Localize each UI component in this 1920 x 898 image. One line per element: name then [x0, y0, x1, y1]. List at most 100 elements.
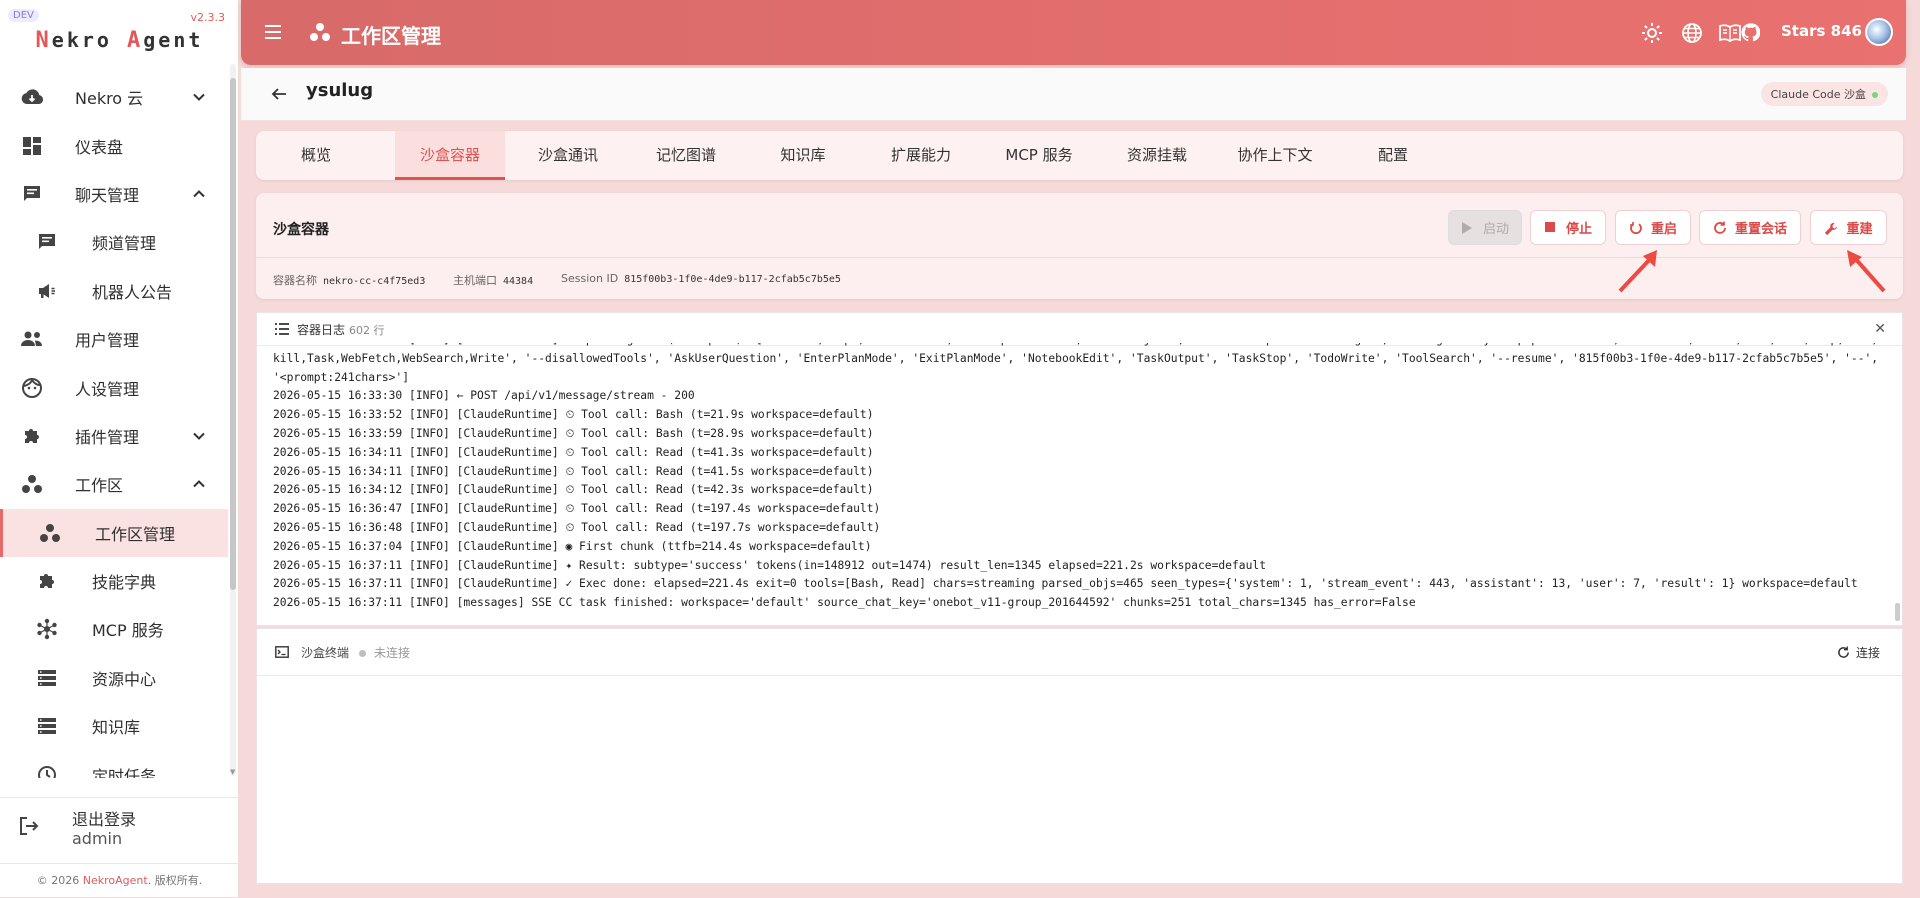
workspace-bar: ysulug Claude Code 沙盒: [241, 68, 1906, 121]
docs-icon[interactable]: [1719, 22, 1741, 44]
power-cycle-icon: [1629, 221, 1643, 235]
scroll-down-arrow[interactable]: ▼: [230, 768, 235, 776]
annotation-arrow-restart: [1618, 250, 1657, 293]
log-line: 2026-05-15 16:33:59 [INFO] [ClaudeRuntim…: [273, 426, 874, 440]
terminal-body[interactable]: [257, 676, 1902, 883]
play-icon: [1461, 221, 1475, 235]
chat-icon: [20, 182, 44, 206]
clock-icon: [35, 763, 59, 778]
theme-toggle-icon[interactable]: [1641, 22, 1663, 44]
workspace-tabs: 概览 沙盒容器 沙盒通讯 记忆图谱 知识库 扩展能力 MCP 服务 资源挂载 协…: [256, 131, 1903, 180]
tab-knowledge-base[interactable]: 知识库: [748, 131, 858, 180]
sidebar-item-label: 工作区: [75, 476, 124, 496]
sidebar: DEV v2.3.3 Nekro Agent Nekro 云 仪表盘 聊天管理: [0, 0, 239, 897]
refresh-icon: [1838, 646, 1849, 658]
copyright-link[interactable]: NekroAgent: [83, 874, 148, 887]
sidebar-item-resource-center[interactable]: 资源中心: [0, 654, 228, 702]
sidebar-item-label: 知识库: [92, 718, 141, 738]
rebuild-button[interactable]: 重建: [1810, 210, 1887, 245]
tab-sandbox-container[interactable]: 沙盒容器: [395, 131, 505, 180]
container-name-info: 容器名称 nekro-cc-c4f75ed3: [273, 274, 426, 287]
logs-scrollbar-thumb[interactable]: [1895, 603, 1900, 621]
log-line: 2026-05-15 16:37:11 [INFO] [messages] SS…: [273, 596, 1416, 610]
log-line: 2026-05-15 16:37:11 [INFO] [ClaudeRuntim…: [273, 558, 1266, 572]
workspace-icon: [310, 23, 330, 41]
sidebar-item-channel-management[interactable]: 频道管理: [0, 218, 228, 266]
sandbox-terminal-panel: 沙盒终端 未连接 连接: [256, 628, 1903, 884]
sidebar-item-persona-management[interactable]: 人设管理: [0, 363, 228, 411]
tab-extensions[interactable]: 扩展能力: [866, 131, 976, 180]
start-button[interactable]: 启动: [1448, 210, 1522, 245]
menu-icon[interactable]: [263, 22, 283, 42]
sidebar-item-chat-management[interactable]: 聊天管理: [0, 170, 228, 218]
copyright: © 2026 NekroAgent. 版权所有.: [0, 863, 239, 898]
sidebar-item-label: 机器人公告: [92, 282, 173, 302]
back-arrow-icon[interactable]: [271, 86, 287, 102]
log-line: 2026-05-15 16:34:11 [INFO] [ClaudeRuntim…: [273, 464, 874, 478]
dashboard-icon: [20, 134, 44, 158]
sidebar-item-workspace[interactable]: 工作区: [0, 460, 228, 508]
chevron-up-icon: [193, 190, 205, 198]
sidebar-item-label: 频道管理: [92, 234, 157, 254]
sidebar-item-mcp-service[interactable]: MCP 服务: [0, 605, 228, 653]
scrollbar-thumb[interactable]: [230, 78, 236, 590]
storage-icon: [35, 666, 59, 690]
github-stars[interactable]: Stars 846: [1781, 22, 1862, 40]
log-line: 2026-05-15 16:36:47 [INFO] [ClaudeRuntim…: [273, 502, 881, 516]
tab-sandbox-comm[interactable]: 沙盒通讯: [513, 131, 623, 180]
sidebar-scrollbar[interactable]: [230, 64, 236, 776]
version-label: v2.3.3: [190, 11, 226, 24]
sidebar-item-dashboard[interactable]: 仪表盘: [0, 121, 228, 169]
brand-logo: Nekro Agent: [35, 28, 204, 53]
logs-header: 容器日志 602 行 ✕: [257, 313, 1902, 346]
avatar[interactable]: [1865, 18, 1893, 46]
close-icon[interactable]: ✕: [1874, 321, 1886, 337]
storage-icon: [35, 714, 59, 738]
sidebar-item-knowledge-base[interactable]: 知识库: [0, 702, 228, 750]
tab-memory-graph[interactable]: 记忆图谱: [631, 131, 741, 180]
sidebar-item-nekro-cloud[interactable]: Nekro 云: [0, 73, 228, 121]
chat-icon: [35, 230, 59, 254]
sidebar-item-label: 技能字典: [92, 573, 157, 593]
log-line: 2026-05-15 16:37:11 [INFO] [ClaudeRuntim…: [273, 577, 1858, 591]
container-logs-panel: 容器日志602 行 ✕ 2026-05-15 16:33:30 [INFO] […: [256, 312, 1903, 626]
sidebar-item-label: 资源中心: [92, 669, 157, 689]
github-icon[interactable]: [1741, 23, 1760, 42]
reset-session-button[interactable]: 重置会话: [1699, 210, 1801, 245]
puzzle-icon: [35, 569, 59, 593]
sidebar-item-label: 人设管理: [75, 379, 140, 399]
status-dot: [1872, 92, 1878, 98]
language-icon[interactable]: [1681, 22, 1703, 44]
log-line: 2026-05-15 16:33:30 [INFO] [ClaudeRuntim…: [273, 343, 1885, 384]
tab-mcp-service[interactable]: MCP 服务: [984, 131, 1094, 180]
logout-button[interactable]: 退出登录 admin: [0, 797, 239, 856]
sidebar-item-skills[interactable]: 技能字典: [0, 557, 228, 605]
workspace-icon: [38, 521, 62, 545]
face-icon: [20, 376, 44, 400]
terminal-status: 未连接: [374, 646, 411, 660]
log-line: 2026-05-15 16:34:11 [INFO] [ClaudeRuntim…: [273, 445, 874, 459]
list-icon: [275, 323, 289, 335]
sidebar-item-user-management[interactable]: 用户管理: [0, 315, 228, 363]
username-label: admin: [72, 829, 123, 848]
dev-badge: DEV: [8, 9, 39, 22]
sidebar-item-label: 聊天管理: [75, 185, 140, 205]
sidebar-item-label: 用户管理: [75, 331, 140, 351]
tab-config[interactable]: 配置: [1338, 131, 1448, 180]
wrench-icon: [1824, 221, 1838, 235]
terminal-header: 沙盒终端 未连接 连接: [257, 629, 1902, 676]
connect-button[interactable]: 连接: [1837, 644, 1880, 661]
sidebar-nav: Nekro 云 仪表盘 聊天管理 频道管理 机器人公告 用户管理 人设管理 插件…: [0, 73, 228, 778]
sidebar-item-workspace-management[interactable]: 工作区管理: [0, 508, 228, 557]
tab-overview[interactable]: 概览: [256, 131, 376, 180]
restart-button[interactable]: 重启: [1615, 210, 1691, 245]
tab-resource-mount[interactable]: 资源挂载: [1102, 131, 1212, 180]
sidebar-item-bot-announcement[interactable]: 机器人公告: [0, 267, 228, 315]
logs-body[interactable]: 2026-05-15 16:33:30 [INFO] [ClaudeRuntim…: [273, 343, 1885, 625]
sidebar-item-scheduled-tasks[interactable]: 定时任务: [0, 750, 228, 778]
stop-button[interactable]: 停止: [1530, 210, 1606, 245]
tab-collab-context[interactable]: 协作上下文: [1220, 131, 1330, 180]
chevron-up-icon: [193, 480, 205, 488]
megaphone-icon: [35, 279, 59, 303]
sidebar-item-plugin-management[interactable]: 插件管理: [0, 412, 228, 460]
